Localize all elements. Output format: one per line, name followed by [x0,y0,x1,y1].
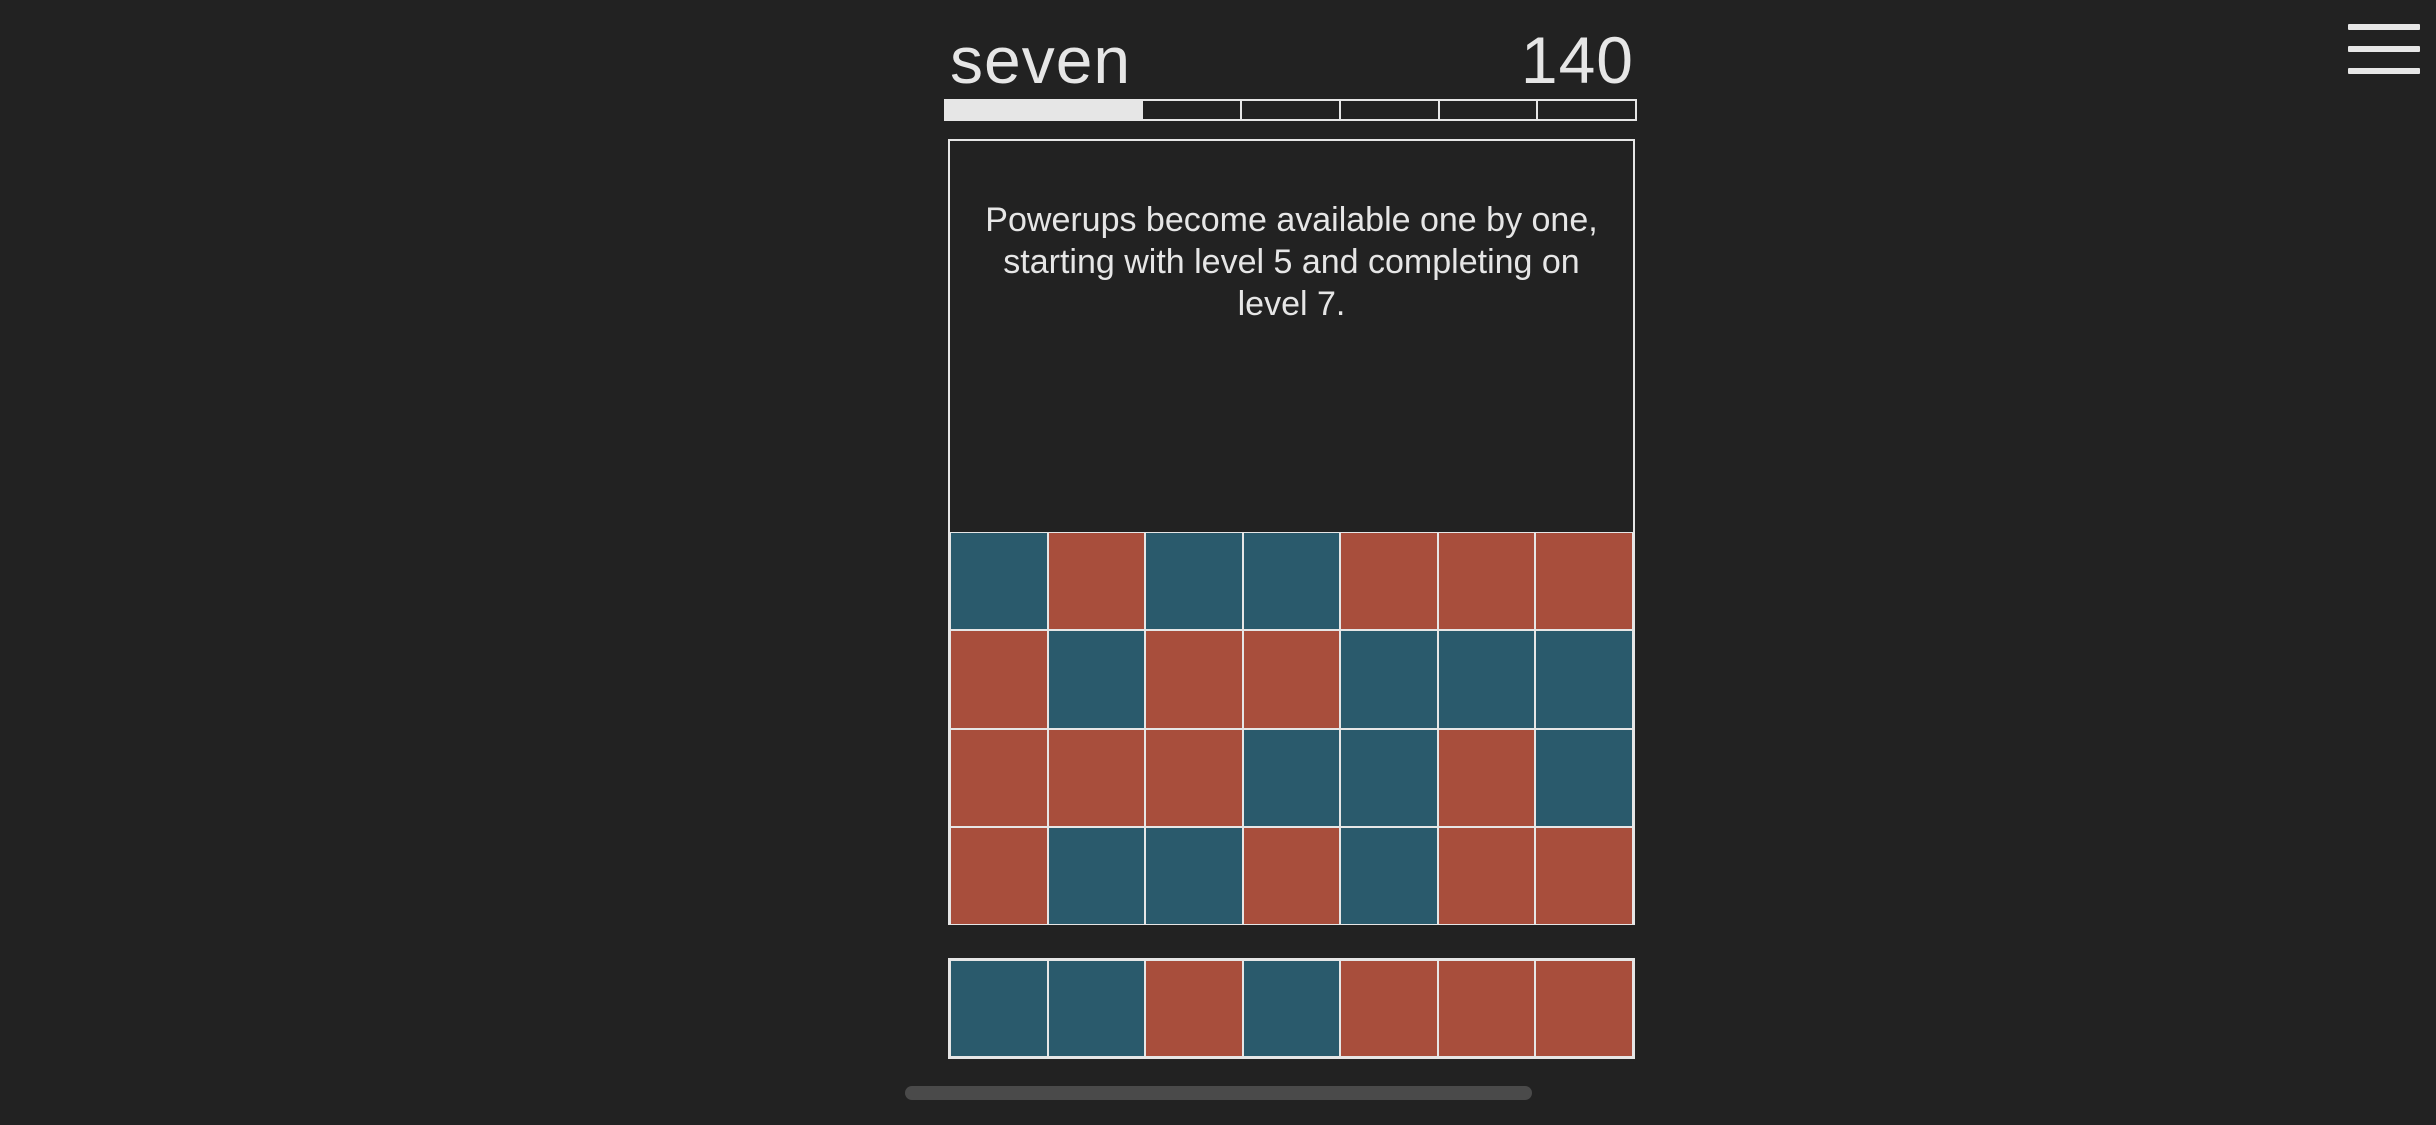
grid-tile-red[interactable] [1437,826,1536,925]
grid-tile-blue[interactable] [1047,630,1146,729]
grid-tile-blue[interactable] [1340,728,1438,827]
menu-bar [2348,68,2420,74]
grid-tile-red[interactable] [950,728,1048,827]
grid-tile-red[interactable] [1047,728,1146,827]
horizontal-scrollbar[interactable] [905,1086,1532,1100]
grid-tile-red[interactable] [950,630,1048,729]
game-board: Powerups become available one by one, st… [948,139,1635,925]
score: 140 [1520,23,1634,97]
grid-tile-blue[interactable] [1242,532,1341,631]
tray-tile-blue[interactable] [950,960,1048,1057]
grid-tile-red[interactable] [1047,532,1146,631]
grid-tile-red[interactable] [1242,630,1341,729]
grid-tile-red[interactable] [1242,826,1341,925]
grid-tile-red[interactable] [1437,532,1536,631]
grid-tile-blue[interactable] [1047,826,1146,925]
progress-segment [1341,101,1440,119]
grid-tile-blue[interactable] [1340,826,1438,925]
level-progress-bar [944,99,1637,121]
grid-tile-red[interactable] [1437,728,1536,827]
next-row-tray [948,958,1635,1059]
level-name: seven [950,23,1132,97]
menu-bar [2348,24,2420,30]
progress-segment [1143,101,1243,119]
grid-tile-blue[interactable] [1535,728,1633,827]
tile-grid [950,532,1633,925]
hamburger-menu-icon[interactable] [2344,22,2424,78]
grid-tile-red[interactable] [1340,532,1438,631]
grid-tile-blue[interactable] [1145,826,1243,925]
tray-tile-blue[interactable] [1242,960,1341,1057]
grid-tile-red[interactable] [1145,630,1243,729]
grid-tile-blue[interactable] [1437,630,1536,729]
grid-tile-blue[interactable] [1340,630,1438,729]
grid-tile-red[interactable] [1535,826,1633,925]
tray-tile-red[interactable] [1145,960,1243,1057]
grid-tile-blue[interactable] [1535,630,1633,729]
menu-bar [2348,46,2420,52]
grid-tile-blue[interactable] [950,532,1048,631]
tray-tile-red[interactable] [1535,960,1633,1057]
tray-tile-red[interactable] [1340,960,1438,1057]
grid-tile-red[interactable] [1535,532,1633,631]
tray-tile-blue[interactable] [1047,960,1146,1057]
tray-tile-red[interactable] [1437,960,1536,1057]
game-screen: seven 140 Powerups become available one … [0,0,2436,1125]
grid-tile-red[interactable] [950,826,1048,925]
progress-segment [1440,101,1539,119]
progress-segment [1538,101,1635,119]
progress-fill [946,101,1144,119]
progress-segment [1242,101,1341,119]
hint-message: Powerups become available one by one, st… [985,201,1598,323]
grid-tile-blue[interactable] [1242,728,1341,827]
grid-tile-red[interactable] [1145,728,1243,827]
grid-tile-blue[interactable] [1145,532,1243,631]
